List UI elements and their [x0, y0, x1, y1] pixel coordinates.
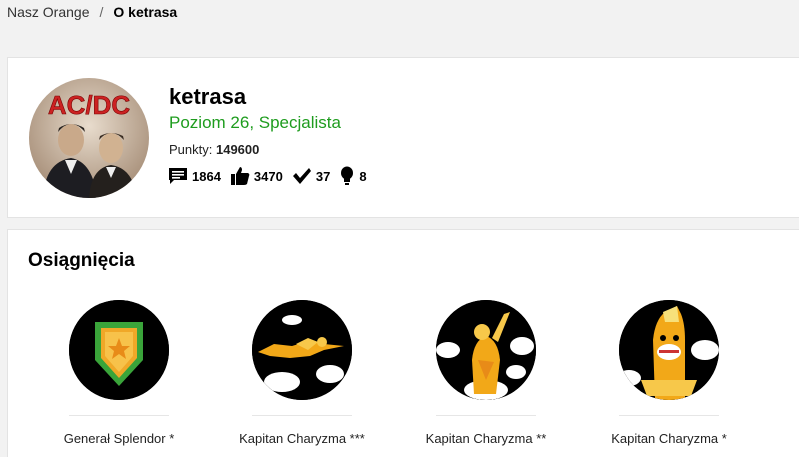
breadcrumb: Nasz Orange / O ketrasa: [7, 4, 177, 20]
achievement-divider: [252, 415, 352, 416]
profile-card: AC/DC ketrasa Poziom 26, Specjalista Pun…: [7, 57, 799, 218]
achievement-name: Kapitan Charyzma ***: [239, 431, 365, 446]
lightbulb-icon: [339, 166, 359, 186]
stat-comments: 1864: [168, 167, 221, 185]
breadcrumb-separator: /: [99, 4, 104, 20]
achievement-item[interactable]: Generał Splendor *: [39, 300, 199, 446]
points-label: Punkty:: [169, 142, 213, 157]
rising-hero-icon: [436, 300, 536, 400]
achievement-name: Generał Splendor *: [63, 431, 175, 446]
achievements-card: Osiągnięcia Generał Splendor * Kapitan C…: [7, 229, 799, 457]
achievements-title: Osiągnięcia: [28, 250, 135, 271]
achievement-divider: [619, 415, 719, 416]
stat-solutions: 37: [292, 167, 330, 185]
user-stats: 1864 3470 37 8: [168, 166, 376, 186]
achievement-divider: [436, 415, 536, 416]
stat-comments-value: 1864: [192, 168, 221, 184]
stat-solutions-value: 37: [315, 168, 331, 184]
stat-ideas-value: 8: [359, 168, 367, 184]
smiling-hero-icon: [619, 300, 719, 400]
comment-icon: [168, 167, 192, 185]
achievement-item[interactable]: Kapitan Charyzma **: [406, 300, 566, 446]
shield-star-icon: [69, 300, 169, 400]
thumbs-up-icon: [230, 166, 254, 186]
points: Punkty: 149600: [169, 142, 259, 157]
achievement-item[interactable]: Kapitan Charyzma ***: [222, 300, 382, 446]
flying-hero-icon: [252, 300, 352, 400]
breadcrumb-current: O ketrasa: [113, 4, 178, 20]
achievement-item[interactable]: Kapitan Charyzma *: [589, 300, 749, 446]
avatar-logo-text: AC/DC: [48, 90, 131, 120]
achievement-name: Kapitan Charyzma *: [611, 431, 727, 446]
stat-likes-value: 3470: [253, 168, 283, 184]
avatar: AC/DC: [29, 78, 149, 198]
points-value: 149600: [215, 142, 260, 157]
stat-ideas: 8: [339, 166, 367, 186]
breadcrumb-home-link[interactable]: Nasz Orange: [7, 4, 89, 20]
stat-likes: 3470: [230, 166, 283, 186]
username: ketrasa: [169, 84, 247, 109]
checkmark-icon: [292, 167, 316, 185]
achievement-name: Kapitan Charyzma **: [425, 431, 547, 446]
user-level: Poziom 26, Specjalista: [169, 113, 341, 132]
achievement-divider: [69, 415, 169, 416]
